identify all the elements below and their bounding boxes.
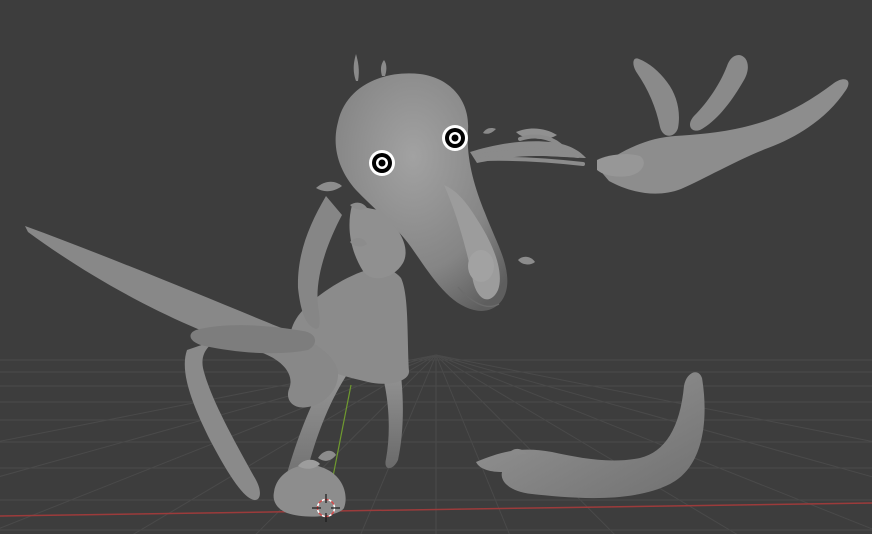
creature-tail[interactable] [476, 372, 705, 499]
viewport-canvas[interactable] [0, 0, 872, 534]
floor-grid [0, 354, 872, 534]
eye-right [442, 125, 468, 151]
3d-viewport[interactable] [0, 0, 872, 534]
eye-left [369, 150, 395, 176]
creature-arm-left[interactable] [25, 226, 339, 408]
nose [468, 250, 494, 282]
creature-hand[interactable] [470, 55, 849, 194]
